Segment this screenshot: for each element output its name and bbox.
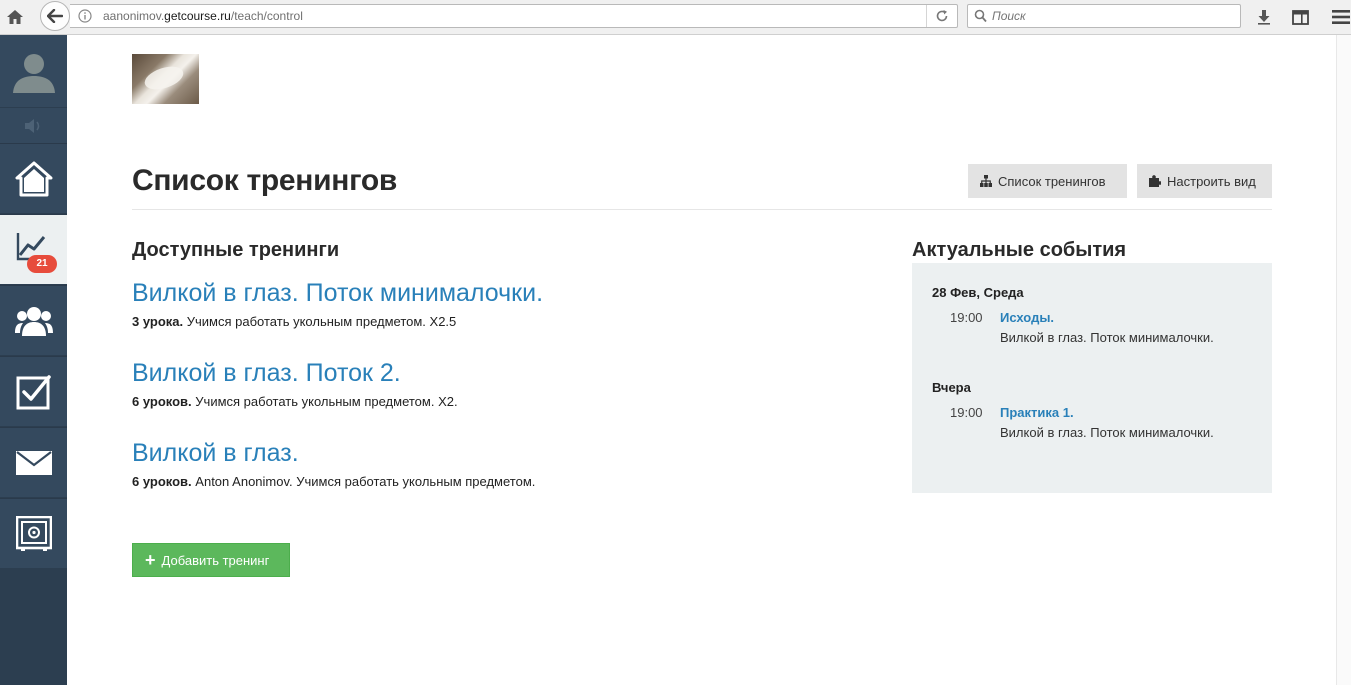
search-box[interactable] [967, 4, 1241, 28]
user-silhouette-icon [12, 54, 55, 93]
current-events-heading: Актуальные события [912, 239, 1127, 261]
sidebar-item-tasks[interactable] [0, 356, 67, 426]
reload-button[interactable] [926, 5, 957, 27]
event-title-link[interactable]: Практика 1. [1000, 405, 1074, 420]
training-meta: 6 уроков. Anton Anonimov. Учимся работат… [132, 474, 536, 489]
url-text[interactable]: aanonimov.getcourse.ru/teach/control [103, 9, 303, 23]
trainings-list-label: Список тренингов [998, 173, 1106, 189]
training-title-link[interactable]: Вилкой в глаз. Поток минималочки. [132, 279, 543, 308]
customize-view-button[interactable]: Настроить вид [1137, 164, 1272, 198]
info-icon[interactable] [78, 9, 92, 28]
page-title: Список тренингов [132, 164, 398, 197]
reload-icon [936, 10, 948, 22]
home-icon [7, 10, 23, 24]
plus-icon: + [145, 550, 156, 570]
speaker-icon [24, 119, 39, 133]
search-icon [974, 9, 987, 28]
add-training-label: Добавить тренинг [161, 552, 270, 568]
downloads-button[interactable] [1252, 5, 1276, 29]
add-training-button[interactable]: + Добавить тренинг [132, 543, 290, 577]
training-meta: 3 урока. Учимся работать укольным предме… [132, 314, 457, 329]
available-trainings-heading: Доступные тренинги [132, 239, 340, 261]
browser-toolbar: aanonimov.getcourse.ru/teach/control [0, 0, 1351, 35]
library-button[interactable] [1288, 5, 1312, 29]
training-item: Вилкой в глаз. Поток 2. 6 уроков. Учимся… [132, 359, 458, 409]
training-title-link[interactable]: Вилкой в глаз. [132, 439, 535, 468]
search-input[interactable] [992, 7, 1232, 25]
hamburger-icon [1332, 10, 1350, 24]
school-logo[interactable] [132, 54, 199, 104]
event-description: Вилкой в глаз. Поток минималочки. [1000, 425, 1214, 440]
users-icon [14, 306, 53, 336]
notification-badge: 21 [27, 255, 57, 273]
safe-icon [15, 515, 52, 551]
event-title-link[interactable]: Исходы. [1000, 310, 1054, 325]
event-time: 19:00 [950, 310, 983, 325]
browser-back-button[interactable] [40, 1, 70, 31]
divider [132, 209, 1272, 210]
sitemap-icon [980, 175, 992, 187]
event-date: Вчера [932, 380, 971, 395]
events-panel: 28 Фев, Среда 19:00 Исходы. Вилкой в гла… [912, 263, 1272, 493]
event-description: Вилкой в глаз. Поток минималочки. [1000, 330, 1214, 345]
sidebar: 21 [0, 35, 67, 685]
sidebar-item-home[interactable] [0, 143, 67, 213]
user-avatar[interactable] [0, 35, 67, 107]
event-time: 19:00 [950, 405, 983, 420]
browser-home-button[interactable] [3, 5, 27, 29]
window-icon [1291, 9, 1309, 25]
back-arrow-icon [47, 9, 63, 23]
trainings-list-button[interactable]: Список тренингов [968, 164, 1127, 198]
page-scrollbar[interactable] [1336, 35, 1351, 685]
sidebar-item-trainings[interactable]: 21 [0, 214, 67, 284]
mail-icon [15, 450, 52, 475]
training-item: Вилкой в глаз. 6 уроков. Anton Anonimov.… [132, 439, 535, 489]
download-icon [1258, 10, 1270, 25]
training-item: Вилкой в глаз. Поток минималочки. 3 урок… [132, 279, 543, 329]
training-meta: 6 уроков. Учимся работать укольным предм… [132, 394, 458, 409]
customize-view-label: Настроить вид [1167, 173, 1256, 189]
address-bar[interactable]: aanonimov.getcourse.ru/teach/control [70, 4, 958, 28]
sound-toggle[interactable] [0, 107, 67, 144]
puzzle-icon [1149, 175, 1161, 187]
sidebar-item-safe[interactable] [0, 498, 67, 568]
event-date: 28 Фев, Среда [932, 285, 1024, 300]
menu-button[interactable] [1329, 5, 1351, 29]
checkbox-icon [16, 374, 51, 409]
training-title-link[interactable]: Вилкой в глаз. Поток 2. [132, 359, 458, 388]
sidebar-item-messages[interactable] [0, 427, 67, 497]
home-icon [15, 161, 52, 196]
sidebar-item-users[interactable] [0, 285, 67, 355]
